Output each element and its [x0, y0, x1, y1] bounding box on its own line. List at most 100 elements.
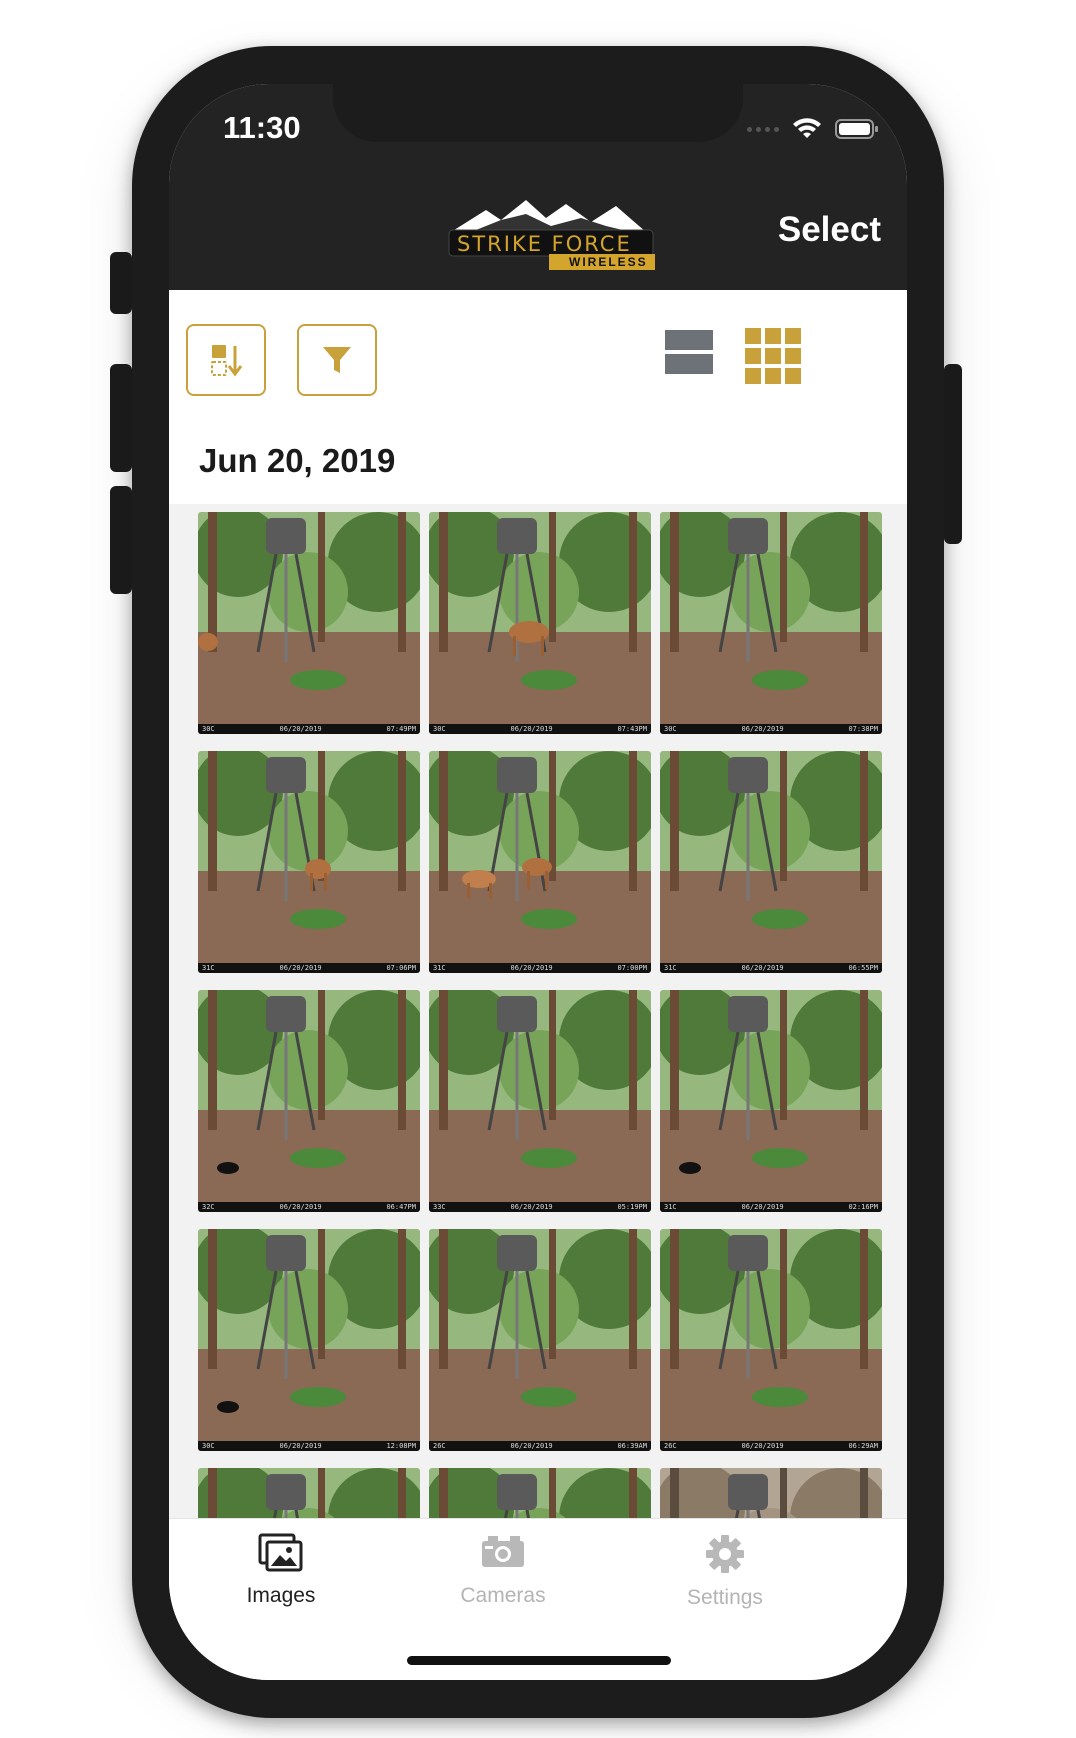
tab-cameras-label: Cameras	[460, 1584, 546, 1607]
wifi-icon	[793, 118, 821, 138]
photo-thumbnail[interactable]: 31C 06/20/2019 02:16PM	[660, 990, 882, 1212]
logo-subtext: WIRELESS	[569, 255, 648, 269]
photo-date: 06/20/2019	[510, 1203, 553, 1211]
volume-down-button	[110, 486, 132, 594]
photo-timestamp: 31C 06/20/2019 06:55PM	[660, 963, 882, 973]
photo-timestamp: 31C 06/20/2019 07:06PM	[198, 963, 420, 973]
photo-temperature: 30C	[202, 1442, 215, 1450]
mute-switch	[110, 252, 132, 314]
photo-time: 06:55PM	[848, 964, 878, 972]
signal-icon	[747, 126, 779, 132]
photo-timestamp: 30C 06/20/2019 12:08PM	[198, 1441, 420, 1451]
photo-thumbnail[interactable]: 33C 06/20/2019 05:19PM	[429, 990, 651, 1212]
photo-thumbnail[interactable]: 32C 06/20/2019 06:47PM	[198, 990, 420, 1212]
grid-view-icon	[745, 328, 801, 384]
photo-time: 05:19PM	[617, 1203, 647, 1211]
photo-time: 06:29AM	[848, 1442, 878, 1450]
tab-images[interactable]: Images	[191, 1533, 371, 1608]
tab-settings[interactable]: Settings	[635, 1533, 815, 1610]
photo-timestamp: 32C 06/20/2019 06:47PM	[198, 1202, 420, 1212]
photo-date: 06/20/2019	[510, 1442, 553, 1450]
photo-timestamp: 30C 06/20/2019 07:49PM	[198, 724, 420, 734]
photo-timestamp: 30C 06/20/2019 07:38PM	[660, 724, 882, 734]
photo-temperature: 33C	[433, 1203, 446, 1211]
photo-date: 06/20/2019	[741, 725, 784, 733]
photo-time: 07:49PM	[386, 725, 416, 733]
photo-time: 06:47PM	[386, 1203, 416, 1211]
photo-time: 07:00PM	[617, 964, 647, 972]
photo-thumbnail[interactable]	[429, 1468, 651, 1518]
photo-temperature: 32C	[202, 1203, 215, 1211]
photo-timestamp: 26C 06/20/2019 06:39AM	[429, 1441, 651, 1451]
photo-time: 06:39AM	[617, 1442, 647, 1450]
photo-date: 06/20/2019	[741, 1442, 784, 1450]
photo-thumbnail[interactable]	[660, 1468, 882, 1518]
filter-icon	[323, 347, 351, 373]
photo-date: 06/20/2019	[279, 1442, 322, 1450]
home-indicator	[407, 1656, 671, 1665]
photo-temperature: 31C	[664, 964, 677, 972]
photo-date: 06/20/2019	[510, 725, 553, 733]
photo-temperature: 30C	[433, 725, 446, 733]
photo-thumbnail[interactable]: 30C 06/20/2019 12:08PM	[198, 1229, 420, 1451]
status-time: 11:30	[223, 110, 301, 145]
photo-temperature: 31C	[433, 964, 446, 972]
photo-gallery: 30C 06/20/2019 07:49PM 30C 06/20/2019 07:43PM…	[169, 504, 907, 1518]
photo-thumbnail[interactable]: 26C 06/20/2019 06:39AM	[429, 1229, 651, 1451]
date-section-header: Jun 20, 2019	[199, 442, 396, 479]
select-button[interactable]: Select	[778, 210, 881, 250]
battery-icon	[835, 119, 878, 139]
photo-time: 12:08PM	[386, 1442, 416, 1450]
photo-date: 06/20/2019	[741, 964, 784, 972]
status-icons	[747, 118, 879, 140]
sort-button[interactable]	[186, 324, 266, 396]
images-icon	[258, 1533, 303, 1572]
list-view-button[interactable]	[665, 330, 713, 376]
photo-thumbnail[interactable]: 31C 06/20/2019 06:55PM	[660, 751, 882, 973]
photo-thumbnail[interactable]: 30C 06/20/2019 07:49PM	[198, 512, 420, 734]
logo-text: STRIKE FORCE	[457, 232, 632, 256]
photo-time: 07:38PM	[848, 725, 878, 733]
photo-time: 07:43PM	[617, 725, 647, 733]
photo-date: 06/20/2019	[279, 725, 322, 733]
photo-thumbnail[interactable]: 31C 06/20/2019 07:06PM	[198, 751, 420, 973]
photo-timestamp: 31C 06/20/2019 02:16PM	[660, 1202, 882, 1212]
photo-date: 06/20/2019	[510, 964, 553, 972]
toolbar	[169, 290, 907, 420]
power-button	[944, 364, 962, 544]
photo-date: 06/20/2019	[741, 1203, 784, 1211]
photo-timestamp: 31C 06/20/2019 07:00PM	[429, 963, 651, 973]
photo-time: 07:06PM	[386, 964, 416, 972]
photo-thumbnail[interactable]: 26C 06/20/2019 06:29AM	[660, 1229, 882, 1451]
nav-bar: STRIKE FORCE WIRELESS Select	[169, 184, 907, 290]
tab-settings-label: Settings	[687, 1586, 763, 1609]
photo-temperature: 26C	[664, 1442, 677, 1450]
photo-temperature: 30C	[202, 725, 215, 733]
photo-temperature: 31C	[664, 1203, 677, 1211]
notch	[333, 84, 743, 142]
sort-icon	[211, 345, 243, 377]
tab-cameras[interactable]: Cameras	[413, 1533, 593, 1608]
camera-icon	[482, 1536, 524, 1567]
photo-temperature: 26C	[433, 1442, 446, 1450]
grid-view-button[interactable]	[745, 328, 801, 384]
strike-force-logo: STRIKE FORCE WIRELESS	[431, 192, 671, 280]
photo-time: 02:16PM	[848, 1203, 878, 1211]
photo-temperature: 30C	[664, 725, 677, 733]
list-view-icon	[665, 330, 713, 374]
photo-timestamp: 26C 06/20/2019 06:29AM	[660, 1441, 882, 1451]
photo-date: 06/20/2019	[279, 964, 322, 972]
photo-temperature: 31C	[202, 964, 215, 972]
photo-thumbnail[interactable]: 30C 06/20/2019 07:38PM	[660, 512, 882, 734]
gear-icon	[706, 1535, 744, 1573]
photo-thumbnail[interactable]: 31C 06/20/2019 07:00PM	[429, 751, 651, 973]
photo-timestamp: 33C 06/20/2019 05:19PM	[429, 1202, 651, 1212]
filter-button[interactable]	[297, 324, 377, 396]
tab-images-label: Images	[246, 1584, 316, 1607]
photo-thumbnail[interactable]: 30C 06/20/2019 07:43PM	[429, 512, 651, 734]
photo-thumbnail[interactable]	[198, 1468, 420, 1518]
screen: 11:30 STRIKE FORCE WIRELESS Select Jun 2…	[169, 84, 907, 1680]
photo-date: 06/20/2019	[279, 1203, 322, 1211]
photo-timestamp: 30C 06/20/2019 07:43PM	[429, 724, 651, 734]
volume-up-button	[110, 364, 132, 472]
